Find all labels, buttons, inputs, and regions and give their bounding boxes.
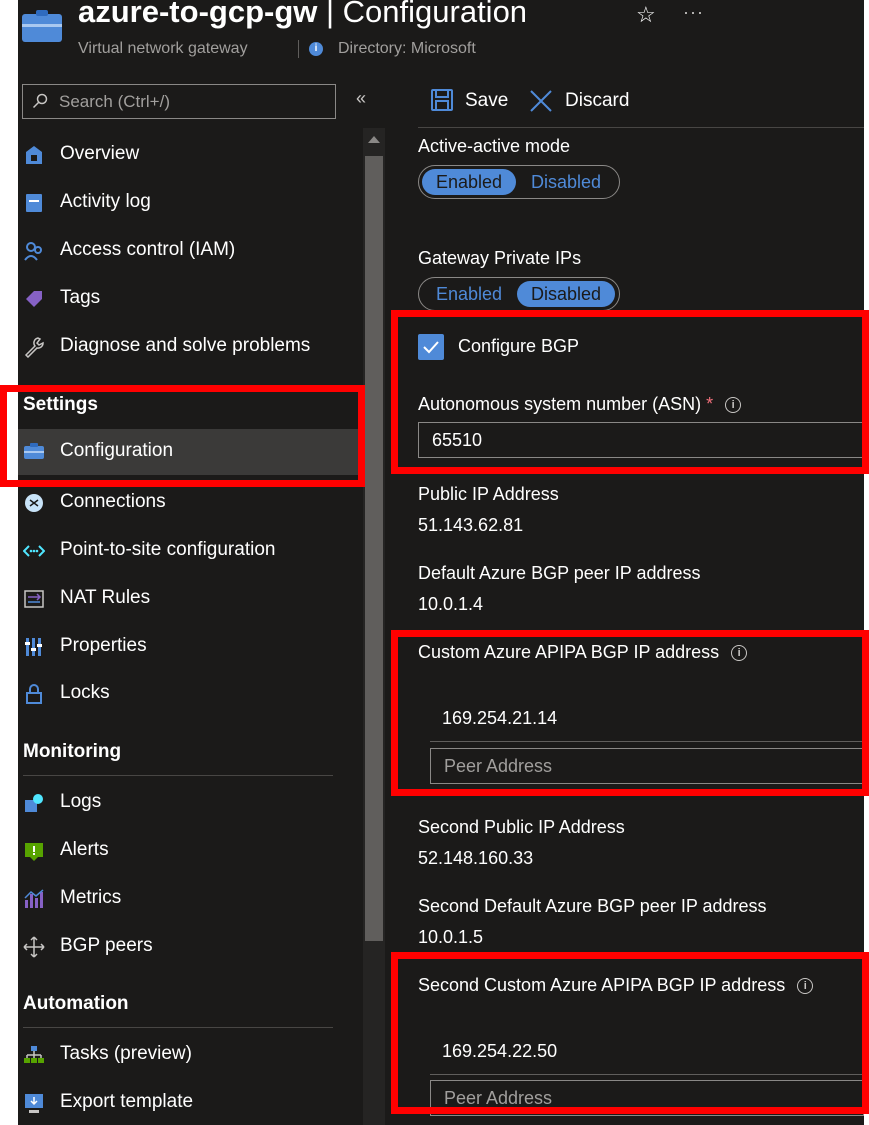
gateway-private-ips-label: Gateway Private IPs bbox=[418, 248, 582, 268]
sidebar-item-label: Tasks (preview) bbox=[60, 1043, 192, 1064]
export-template-icon bbox=[25, 1094, 43, 1113]
public-ip-label: Public IP Address bbox=[418, 484, 559, 504]
sidebar-item-label: Access control (IAM) bbox=[60, 239, 236, 260]
active-active-enabled-option[interactable]: Enabled bbox=[422, 169, 516, 195]
virtual-network-gateway-icon bbox=[22, 10, 62, 42]
configuration-highlight-box bbox=[0, 385, 365, 487]
sidebar-item-label: Locks bbox=[60, 682, 110, 703]
private-ips-disabled-option[interactable]: Disabled bbox=[517, 281, 615, 307]
sidebar-item-properties[interactable]: Properties bbox=[18, 624, 358, 670]
gateway-private-ips-toggle[interactable]: Enabled Disabled bbox=[418, 277, 620, 311]
sidebar-item-label: Diagnose and solve problems bbox=[60, 335, 311, 356]
sidebar-item-locks[interactable]: Locks bbox=[18, 671, 358, 717]
second-public-ip-value: 52.148.160.33 bbox=[418, 848, 534, 868]
second-custom-apipa-highlight-box bbox=[391, 952, 869, 1114]
directory-label: Directory: Microsoft bbox=[338, 40, 476, 57]
header-divider bbox=[298, 40, 299, 58]
sidebar-item-label: Point-to-site configuration bbox=[60, 539, 276, 560]
sidebar-item-export-template[interactable]: Export template bbox=[18, 1080, 358, 1125]
lock-icon bbox=[26, 684, 42, 704]
favorite-star-icon[interactable]: ☆ bbox=[636, 2, 656, 28]
active-active-toggle[interactable]: Enabled Disabled bbox=[418, 165, 620, 199]
sidebar-item-label: BGP peers bbox=[60, 935, 153, 956]
nat-rules-icon bbox=[24, 590, 44, 608]
properties-icon bbox=[25, 638, 42, 656]
sidebar-item-tags[interactable]: Tags bbox=[18, 276, 358, 322]
sidebar-item-label: Activity log bbox=[60, 191, 151, 212]
sidebar-item-alerts[interactable]: Alerts bbox=[18, 828, 358, 874]
discard-icon[interactable] bbox=[529, 89, 553, 113]
point-to-site-icon bbox=[23, 545, 45, 557]
private-ips-enabled-option[interactable]: Enabled bbox=[422, 281, 516, 307]
sidebar-item-nat-rules[interactable]: NAT Rules bbox=[18, 576, 358, 622]
save-icon[interactable] bbox=[430, 88, 454, 112]
discard-button[interactable]: Discard bbox=[565, 90, 629, 112]
sidebar-item-label: Metrics bbox=[60, 887, 122, 908]
automation-divider bbox=[23, 1027, 333, 1028]
sidebar-item-logs[interactable]: Logs bbox=[18, 780, 358, 826]
default-bgp-peer-label: Default Azure BGP peer IP address bbox=[418, 563, 701, 583]
wrench-icon bbox=[24, 337, 44, 358]
automation-heading: Automation bbox=[23, 993, 129, 1014]
monitoring-divider bbox=[23, 775, 333, 776]
sidebar-item-label: Tags bbox=[60, 287, 101, 308]
sidebar-item-diagnose[interactable]: Diagnose and solve problems bbox=[18, 324, 358, 370]
sidebar-item-activity-log[interactable]: Activity log bbox=[18, 180, 358, 226]
sidebar-item-label: Connections bbox=[60, 491, 166, 512]
scrollbar-thumb[interactable] bbox=[365, 156, 383, 941]
second-public-ip-label: Second Public IP Address bbox=[418, 817, 625, 837]
sidebar-item-label: Alerts bbox=[60, 839, 109, 860]
page-title: azure-to-gcp-gw | Configuration bbox=[78, 0, 528, 29]
activity-log-icon bbox=[26, 194, 42, 212]
sidebar-item-point-to-site[interactable]: Point-to-site configuration bbox=[18, 528, 358, 574]
collapse-sidebar-icon[interactable]: « bbox=[356, 88, 366, 109]
overview-icon bbox=[26, 146, 42, 164]
search-placeholder: Search (Ctrl+/) bbox=[59, 92, 170, 111]
sidebar-item-label: Overview bbox=[60, 143, 140, 164]
bgp-highlight-box bbox=[391, 310, 869, 474]
alerts-icon bbox=[25, 843, 43, 861]
resource-type-label: Virtual network gateway bbox=[78, 40, 248, 57]
search-icon bbox=[32, 93, 48, 109]
custom-apipa-highlight-box bbox=[391, 630, 869, 796]
more-options-icon[interactable]: ··· bbox=[683, 2, 704, 23]
tasks-icon bbox=[24, 1046, 44, 1063]
monitoring-heading: Monitoring bbox=[23, 741, 122, 762]
search-input[interactable]: Search (Ctrl+/) bbox=[22, 84, 336, 119]
second-default-bgp-peer-value: 10.0.1.5 bbox=[418, 927, 484, 947]
sidebar-item-tasks[interactable]: Tasks (preview) bbox=[18, 1032, 358, 1078]
scroll-up-arrow-icon[interactable] bbox=[368, 136, 380, 143]
save-button[interactable]: Save bbox=[465, 90, 508, 112]
connections-icon bbox=[25, 494, 43, 512]
sidebar-item-label: NAT Rules bbox=[60, 587, 151, 608]
public-ip-value: 51.143.62.81 bbox=[418, 515, 524, 535]
toolbar-divider bbox=[418, 127, 864, 128]
second-default-bgp-peer-label: Second Default Azure BGP peer IP address bbox=[418, 896, 767, 916]
iam-icon bbox=[24, 242, 42, 261]
bgp-peers-icon bbox=[23, 936, 45, 958]
logs-icon bbox=[25, 794, 43, 812]
metrics-icon bbox=[24, 889, 44, 908]
sidebar-item-access-control[interactable]: Access control (IAM) bbox=[18, 228, 358, 274]
active-active-label: Active-active mode bbox=[418, 136, 571, 156]
active-active-disabled-option[interactable]: Disabled bbox=[517, 169, 615, 195]
sidebar-item-metrics[interactable]: Metrics bbox=[18, 876, 358, 922]
sidebar-item-label: Export template bbox=[60, 1091, 194, 1112]
sidebar-item-label: Properties bbox=[60, 635, 147, 656]
tag-icon bbox=[26, 291, 42, 307]
default-bgp-peer-value: 10.0.1.4 bbox=[418, 594, 484, 614]
sidebar-item-bgp-peers[interactable]: BGP peers bbox=[18, 924, 358, 970]
sidebar-item-label: Logs bbox=[60, 791, 102, 812]
sidebar-item-overview[interactable]: Overview bbox=[18, 132, 358, 178]
info-icon: i bbox=[309, 42, 323, 56]
